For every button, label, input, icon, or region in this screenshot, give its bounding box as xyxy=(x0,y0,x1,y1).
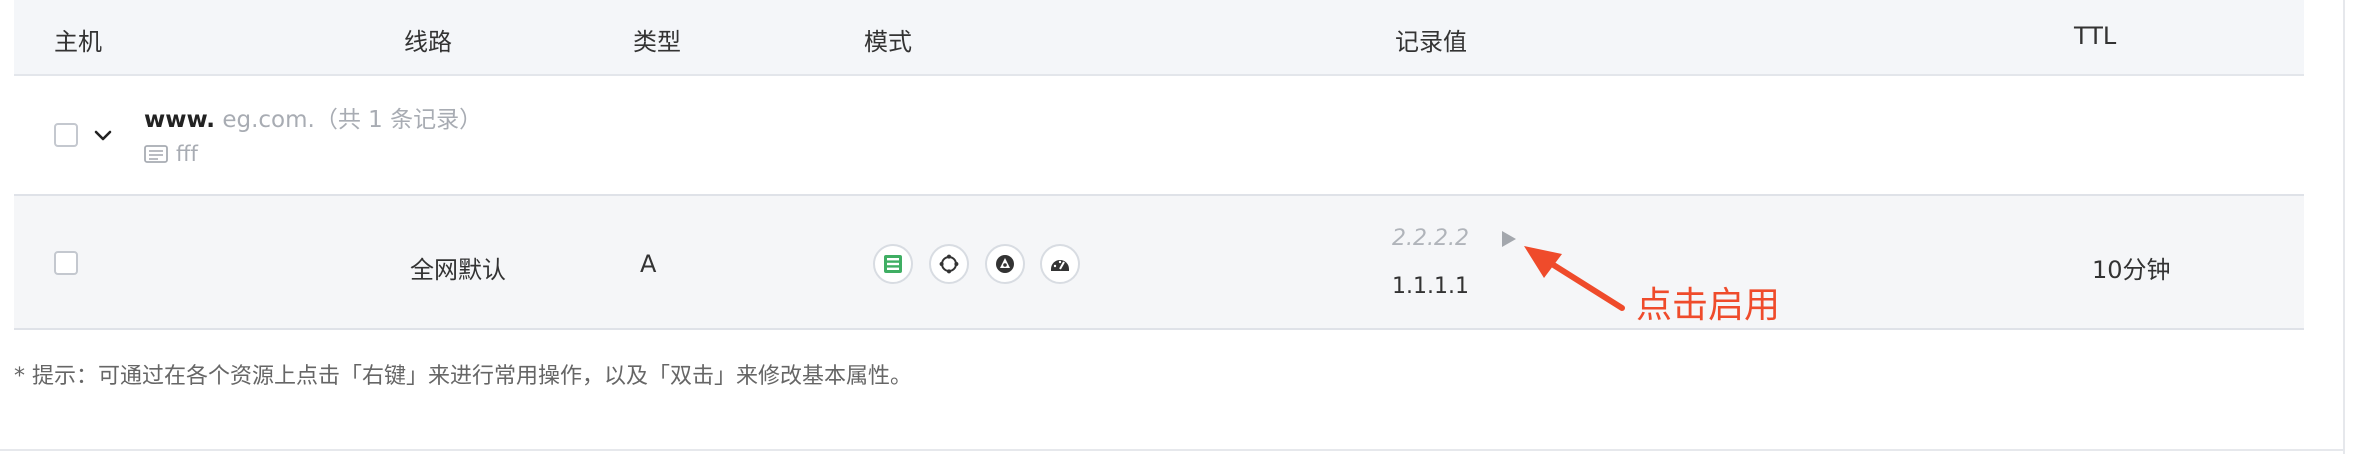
header-mode[interactable]: 模式 xyxy=(864,22,912,57)
group-host[interactable]: www. eg.com.（共 1 条记录） xyxy=(144,100,482,134)
record-ttl[interactable]: 10分钟 xyxy=(2092,250,2171,285)
annotation-arrow-icon xyxy=(1524,246,1625,311)
header-value[interactable]: 记录值 xyxy=(1395,22,1467,57)
record-value-active[interactable]: 1.1.1.1 xyxy=(1392,274,1469,299)
panel-right-border xyxy=(2343,0,2345,454)
record-type[interactable]: A xyxy=(640,250,656,278)
usage-tip: * 提示：可通过在各个资源上点击「右键」来进行常用操作，以及「双击」来修改基本属… xyxy=(14,364,912,389)
panel-bottom-border xyxy=(0,449,2343,451)
record-count: （共 1 条记录） xyxy=(314,107,483,133)
header-host[interactable]: 主机 xyxy=(54,22,102,57)
load-balance-icon[interactable] xyxy=(873,244,913,284)
annotation-text: 点击启用 xyxy=(1636,285,1781,326)
shield-icon[interactable] xyxy=(985,244,1025,284)
remark-text: fff xyxy=(176,142,198,166)
header-line[interactable]: 线路 xyxy=(404,22,452,57)
load-balance-glyph xyxy=(884,255,902,273)
header-type[interactable]: 类型 xyxy=(633,22,681,57)
refresh-icon[interactable] xyxy=(929,244,969,284)
table-header: 主机 线路 类型 模式 记录值 TTL xyxy=(14,0,2304,76)
chevron-down-icon[interactable] xyxy=(92,124,114,146)
host-domain: eg.com. xyxy=(222,107,315,133)
group-checkbox[interactable] xyxy=(54,123,78,147)
records-table: 主机 线路 类型 模式 记录值 TTL xyxy=(14,0,2304,330)
host-name: www. xyxy=(144,107,216,133)
record-row[interactable] xyxy=(14,196,2304,330)
group-remark: fff xyxy=(144,142,198,166)
record-group-row[interactable] xyxy=(14,76,2304,196)
refresh-glyph xyxy=(939,254,959,274)
note-icon xyxy=(144,145,168,163)
header-ttl[interactable]: TTL xyxy=(2074,22,2116,50)
dns-records-page: 主机 线路 类型 模式 记录值 TTL www. eg.com.（共 1 条记录… xyxy=(0,0,2356,454)
speed-icon[interactable] xyxy=(1040,244,1080,284)
record-line[interactable]: 全网默认 xyxy=(410,250,506,285)
record-value-disabled[interactable]: 2.2.2.2 xyxy=(1392,226,1469,251)
shield-glyph xyxy=(996,255,1014,273)
speed-glyph xyxy=(1051,260,1069,271)
record-checkbox[interactable] xyxy=(54,251,78,275)
